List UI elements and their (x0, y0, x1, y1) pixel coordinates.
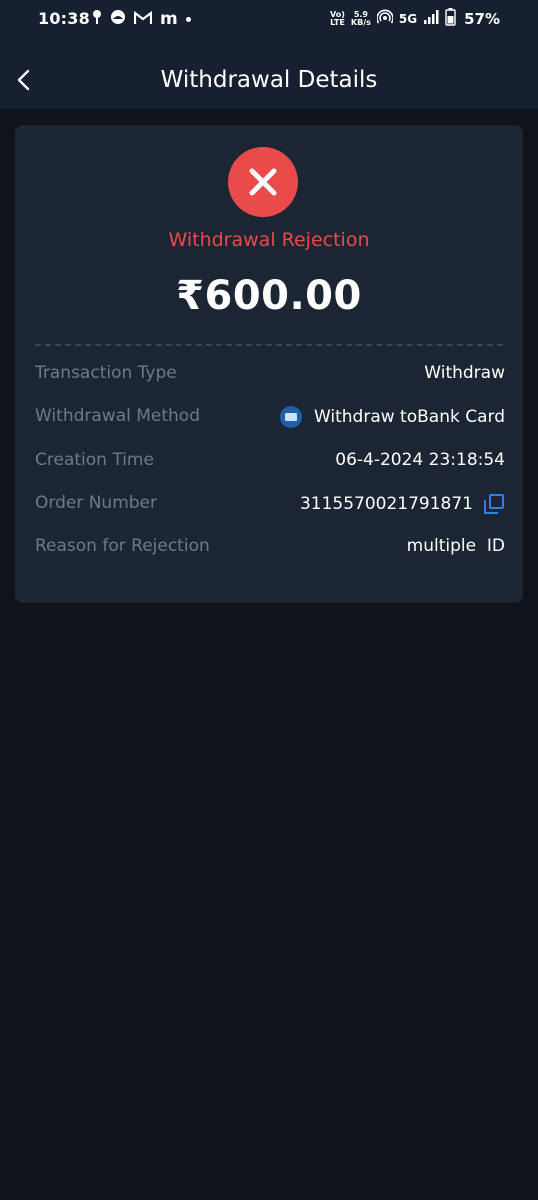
withdrawal-amount: ₹600.00 (176, 273, 362, 319)
signal-icon (423, 9, 439, 29)
dashed-divider (35, 344, 503, 346)
withdrawal-method-row: Withdrawal Method Withdraw toBank Card (35, 401, 505, 431)
bank-logo-icon (279, 406, 302, 428)
close-icon (249, 168, 277, 196)
rejection-reason-row: Reason for Rejection multiple ID (35, 531, 505, 561)
withdrawal-method-value-group: Withdraw toBank Card (279, 406, 505, 428)
header: Withdrawal Details (0, 50, 538, 110)
location-pin-icon (92, 9, 102, 29)
m-app-icon: m (160, 9, 178, 29)
creation-time-value: 06-4-2024 23:18:54 (335, 450, 505, 470)
5g-icon: 5G (398, 12, 418, 26)
order-number-label: Order Number (35, 493, 158, 513)
volte-icon: Vo) LTE (330, 10, 345, 27)
transaction-type-value: Withdraw (424, 363, 505, 383)
rejection-status-icon (228, 147, 298, 217)
top-bar: 10:38 m Vo) LTE 5.9 KB/s 5G 57% Withdraw… (0, 0, 538, 109)
order-number-value-group: 3115570021791871 (300, 493, 505, 515)
page-title: Withdrawal Details (160, 67, 378, 93)
status-bar: 10:38 m Vo) LTE 5.9 KB/s 5G 57% (0, 0, 538, 38)
creation-time-row: Creation Time 06-4-2024 23:18:54 (35, 445, 505, 475)
creation-time-label: Creation Time (35, 450, 154, 470)
page: 10:38 m Vo) LTE 5.9 KB/s 5G 57% Withdraw… (0, 0, 538, 1200)
rejection-reason-value: multiple ID (406, 536, 505, 556)
data-speed-icon: 5.9 KB/s (350, 10, 371, 27)
battery-icon (445, 8, 456, 30)
battery-percent: 57% (464, 10, 500, 28)
copy-order-number-button[interactable] (483, 493, 505, 515)
status-icons-right: Vo) LTE 5.9 KB/s 5G 57% (330, 8, 500, 30)
withdrawal-method-value: Withdraw toBank Card (313, 407, 505, 427)
hotspot-icon (376, 9, 394, 29)
gmail-icon (133, 10, 153, 29)
transaction-type-label: Transaction Type (35, 363, 177, 383)
status-time: 10:38 (38, 9, 90, 28)
withdrawal-card: Withdrawal Rejection ₹600.00 Transaction… (15, 125, 523, 603)
copy-icon (484, 494, 504, 514)
withdrawal-method-label: Withdrawal Method (35, 406, 201, 426)
order-number-row: Order Number 3115570021791871 (35, 488, 505, 518)
notification-dot-icon (185, 16, 191, 22)
order-number-value: 3115570021791871 (299, 494, 473, 514)
transaction-type-row: Transaction Type Withdraw (35, 358, 505, 388)
rejection-reason-label: Reason for Rejection (35, 536, 210, 556)
browser-icon (110, 9, 126, 29)
status-icons-left: m (92, 9, 191, 29)
status-text: Withdrawal Rejection (168, 229, 370, 251)
